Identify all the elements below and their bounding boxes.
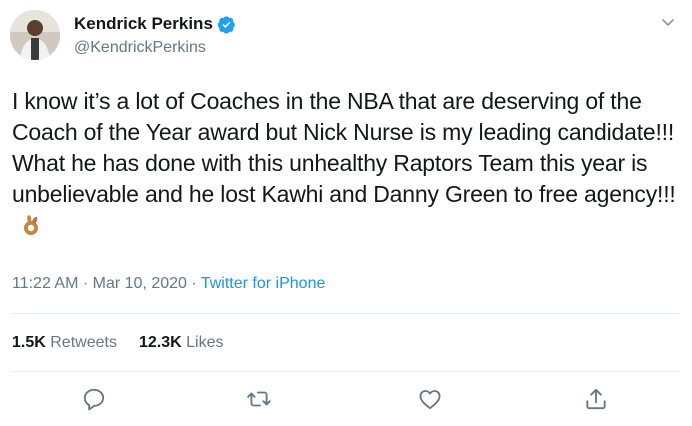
tweet-meta: 11:22 AM · Mar 10, 2020 · Twitter for iP… bbox=[12, 275, 325, 293]
retweet-icon[interactable] bbox=[246, 386, 272, 412]
tweet-time[interactable]: 11:22 AM bbox=[12, 275, 78, 292]
verified-badge-icon bbox=[217, 15, 235, 33]
divider bbox=[12, 313, 680, 314]
heart-icon[interactable] bbox=[417, 386, 443, 412]
tweet-date[interactable]: Mar 10, 2020 bbox=[93, 275, 187, 292]
retweets-count: 1.5K bbox=[12, 334, 46, 351]
ok-hand-emoji bbox=[24, 215, 38, 235]
tweet-actions bbox=[0, 386, 692, 416]
avatar[interactable] bbox=[10, 10, 60, 60]
author-name-row: Kendrick Perkins bbox=[74, 14, 236, 34]
meta-separator: · bbox=[78, 275, 93, 292]
likes-count: 12.3K bbox=[138, 334, 182, 351]
author-display-name[interactable]: Kendrick Perkins bbox=[74, 14, 213, 34]
tweet-body: I know it’s a lot of Coaches in the NBA … bbox=[12, 88, 676, 207]
tweet-text: I know it’s a lot of Coaches in the NBA … bbox=[12, 86, 682, 241]
reply-icon[interactable] bbox=[81, 386, 107, 412]
chevron-down-icon[interactable] bbox=[660, 14, 676, 30]
divider bbox=[12, 371, 680, 372]
retweets-stat[interactable]: 1.5K Retweets bbox=[12, 334, 117, 352]
share-icon[interactable] bbox=[583, 386, 609, 412]
tweet-source-link[interactable]: Twitter for iPhone bbox=[201, 275, 326, 292]
likes-label: Likes bbox=[186, 334, 224, 351]
retweets-label: Retweets bbox=[50, 334, 117, 351]
meta-separator: · bbox=[186, 275, 201, 292]
likes-stat[interactable]: 12.3K Likes bbox=[139, 334, 224, 352]
author-handle[interactable]: @KendrickPerkins bbox=[74, 39, 206, 57]
tweet-stats: 1.5K Retweets 12.3K Likes bbox=[12, 334, 245, 352]
avatar-image bbox=[10, 10, 60, 60]
